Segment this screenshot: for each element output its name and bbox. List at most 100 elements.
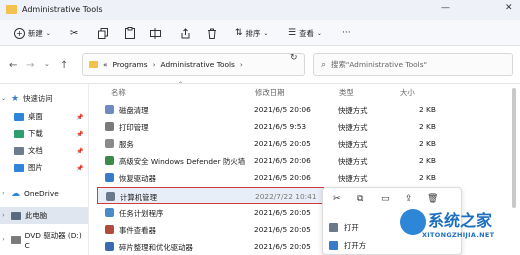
shortcut-icon bbox=[105, 241, 114, 251]
column-header-size[interactable]: 大小 bbox=[400, 87, 415, 98]
delete-button[interactable] bbox=[207, 25, 217, 41]
file-type: 快捷方式 bbox=[338, 140, 368, 150]
watermark-subtext: XITONGZHIJIA.NET bbox=[422, 231, 495, 239]
scissors-icon[interactable]: ✂ bbox=[333, 194, 341, 204]
pictures-icon bbox=[14, 163, 24, 172]
file-modified: 2022/7/22 10:41 bbox=[255, 191, 317, 201]
pin-icon: 📌 bbox=[76, 148, 84, 155]
file-row[interactable]: 打印管理 2021/6/5 9:53 快捷方式 2 KB bbox=[97, 118, 507, 135]
nav-item-documents[interactable]: 文档 bbox=[0, 142, 88, 159]
share-button[interactable] bbox=[180, 25, 191, 41]
more-button[interactable]: ··· bbox=[342, 25, 351, 41]
search-box[interactable]: ⌕ 搜索"Administrative Tools" bbox=[313, 53, 513, 76]
file-modified: 2021/6/5 20:06 bbox=[254, 156, 311, 166]
close-button[interactable]: ✕ bbox=[505, 3, 513, 13]
breadcrumb-programs[interactable]: Programs bbox=[113, 60, 148, 69]
context-item-open[interactable]: 打开 bbox=[329, 222, 359, 233]
file-modified: 2021/6/5 20:05 bbox=[254, 224, 311, 234]
nav-item-quick-access[interactable]: ⌄ ★ 快速访问 bbox=[0, 90, 88, 107]
nav-label: 图片 bbox=[28, 163, 43, 172]
file-row[interactable]: 计算机管理 2022/7/22 10:41 bbox=[97, 186, 324, 204]
recent-chevron-icon[interactable]: ⌄ bbox=[44, 60, 50, 68]
shortcut-icon bbox=[105, 122, 114, 132]
back-arrow-icon[interactable]: ← bbox=[9, 60, 17, 71]
breadcrumb-administrative-tools[interactable]: Administrative Tools bbox=[161, 60, 235, 69]
open-with-icon bbox=[329, 241, 338, 250]
new-button[interactable]: + 新建 ⌄ bbox=[14, 25, 51, 41]
pin-icon: 📌 bbox=[76, 165, 84, 172]
chevron-right-icon: › bbox=[152, 60, 156, 69]
copy-icon[interactable]: ⧉ bbox=[357, 194, 363, 204]
column-header-modified[interactable]: 修改日期 bbox=[255, 87, 285, 98]
pin-icon: 📌 bbox=[76, 131, 84, 138]
folder-icon bbox=[89, 61, 98, 68]
file-name: 磁盘清理 bbox=[119, 106, 149, 115]
cloud-icon: ☁ bbox=[11, 188, 20, 199]
folder-icon bbox=[6, 5, 17, 14]
file-row[interactable]: 恢复驱动器 2021/6/5 20:06 快捷方式 2 KB bbox=[97, 169, 507, 186]
scrollbar[interactable] bbox=[512, 88, 516, 208]
sort-button[interactable]: ⇅ 排序 ⌄ bbox=[235, 25, 268, 41]
file-name: 恢复驱动器 bbox=[119, 174, 156, 184]
scissors-icon: ✂ bbox=[70, 27, 79, 39]
context-item-open-with[interactable]: 打开方 bbox=[329, 240, 366, 251]
copy-icon bbox=[98, 27, 108, 39]
sort-icon: ⇅ bbox=[235, 28, 243, 38]
file-row[interactable]: 磁盘清理 2021/6/5 20:06 快捷方式 2 KB bbox=[97, 101, 507, 118]
view-button[interactable]: ☰ 查看 ⌄ bbox=[288, 25, 322, 41]
file-modified: 2021/6/5 20:05 bbox=[254, 241, 311, 251]
nav-label: 桌面 bbox=[28, 112, 43, 121]
file-name: 计算机管理 bbox=[120, 192, 157, 202]
file-modified: 2021/6/5 20:05 bbox=[254, 139, 311, 149]
nav-item-this-pc[interactable]: › 此电脑 bbox=[0, 207, 88, 224]
file-modified: 2021/6/5 20:06 bbox=[254, 105, 311, 114]
desktop-icon bbox=[14, 112, 24, 121]
refresh-icon[interactable]: ↻ bbox=[290, 53, 298, 63]
file-row[interactable]: 高级安全 Windows Defender 防火墙 2021/6/5 20:06 快… bbox=[97, 152, 507, 169]
column-header-name[interactable]: 名称 bbox=[111, 87, 126, 98]
shortcut-icon bbox=[105, 224, 114, 234]
nav-label: 快速访问 bbox=[23, 94, 53, 103]
file-modified: 2021/6/5 9:53 bbox=[254, 122, 307, 132]
nav-item-dvd-drive[interactable]: › DVD 驱动器 (D:) C bbox=[0, 230, 88, 250]
rename-button[interactable] bbox=[150, 25, 161, 41]
command-bar: + 新建 ⌄ ✂ ⇅ 排序 ⌄ ☰ 查看 ⌄ ··· bbox=[0, 20, 520, 46]
file-row[interactable]: 服务 2021/6/5 20:05 快捷方式 2 KB bbox=[97, 135, 507, 152]
up-arrow-icon[interactable]: ↑ bbox=[60, 60, 68, 71]
chevron-down-icon: ⌄ bbox=[0, 95, 7, 102]
address-bar[interactable]: « Programs › Administrative Tools › bbox=[82, 53, 305, 76]
nav-label: DVD 驱动器 (D:) C bbox=[24, 230, 82, 250]
file-name: 事件查看器 bbox=[119, 225, 156, 235]
nav-item-onedrive[interactable]: › ☁ OneDrive bbox=[0, 185, 88, 202]
downloads-icon bbox=[14, 129, 24, 138]
pane-splitter[interactable] bbox=[88, 84, 89, 255]
star-icon: ★ bbox=[11, 93, 20, 104]
cut-button[interactable]: ✂ bbox=[70, 25, 78, 41]
view-icon: ☰ bbox=[288, 28, 297, 38]
computer-icon bbox=[11, 211, 21, 220]
breadcrumb-overflow[interactable]: « bbox=[103, 60, 108, 69]
search-icon: ⌕ bbox=[321, 59, 327, 70]
chevron-down-icon: ⌄ bbox=[45, 29, 51, 37]
rename-icon[interactable]: ▭ bbox=[381, 194, 390, 204]
sort-up-icon: ⌃ bbox=[178, 81, 184, 88]
file-name: 服务 bbox=[119, 140, 134, 150]
plus-icon: + bbox=[14, 27, 25, 39]
file-size: 2 KB bbox=[419, 156, 436, 166]
navigation-pane: ⌄ ★ 快速访问 桌面 📌 下载 📌 文档 📌 图片 📌 › ☁ OneDriv… bbox=[0, 84, 88, 255]
column-header-row: 名称 ⌃ 修改日期 类型 大小 bbox=[89, 81, 509, 100]
forward-arrow-icon[interactable]: → bbox=[26, 60, 34, 71]
chevron-right-icon: › bbox=[2, 212, 5, 219]
nav-item-pictures[interactable]: 图片 bbox=[0, 159, 88, 176]
minimize-button[interactable]: — bbox=[441, 3, 450, 13]
documents-icon bbox=[14, 146, 24, 155]
paste-button[interactable] bbox=[125, 25, 135, 41]
column-header-type[interactable]: 类型 bbox=[339, 87, 354, 98]
nav-item-downloads[interactable]: 下载 bbox=[0, 125, 88, 142]
file-size: 2 KB bbox=[419, 139, 436, 149]
nav-item-desktop[interactable]: 桌面 bbox=[0, 108, 88, 125]
watermark-text: 系统之家 bbox=[428, 211, 493, 230]
shortcut-icon bbox=[105, 173, 114, 183]
watermark: 系统之家 XITONGZHIJIA.NET bbox=[396, 203, 514, 247]
copy-button[interactable] bbox=[98, 25, 108, 41]
